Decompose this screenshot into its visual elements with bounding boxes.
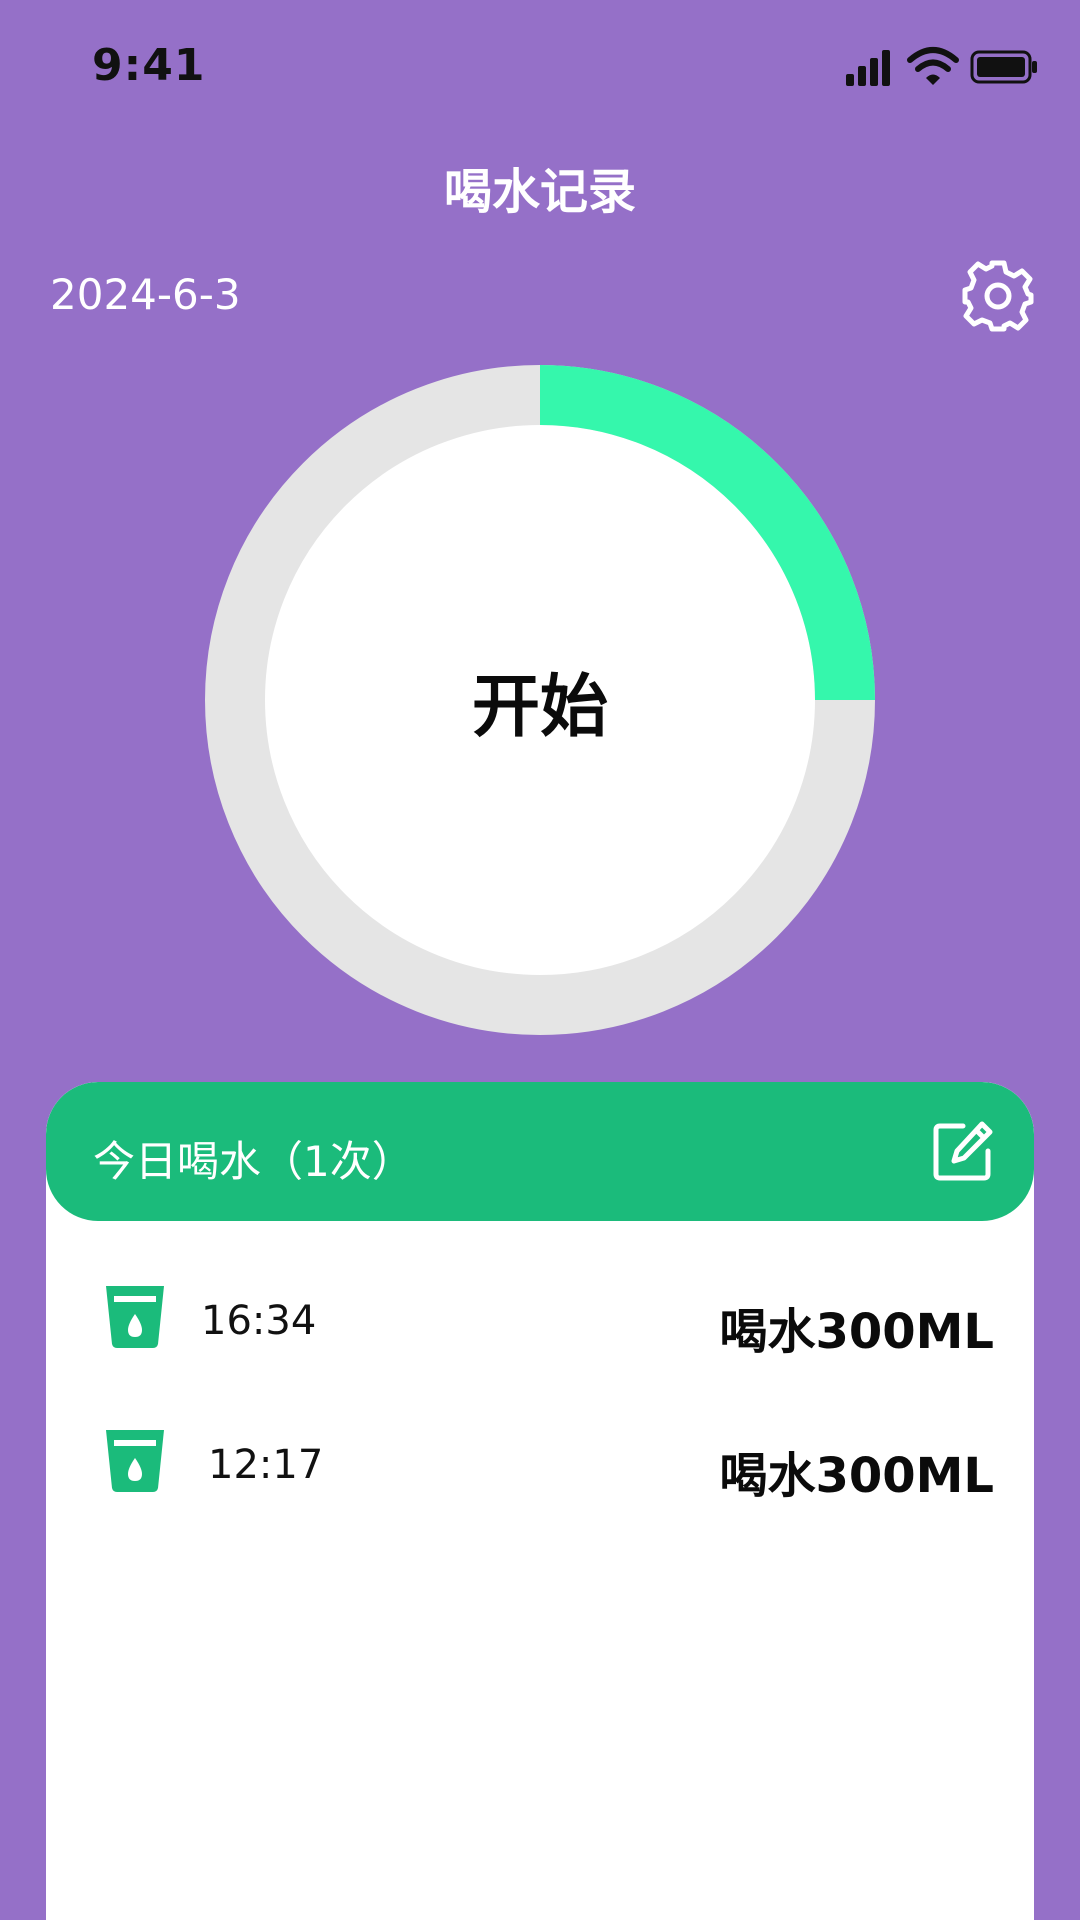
record-time: 16:34: [201, 1298, 317, 1344]
progress-ring: 开始: [205, 365, 875, 1035]
date-label: 2024-6-3: [50, 270, 241, 319]
record-row[interactable]: 12:17 喝水300ML: [46, 1406, 1034, 1516]
records-panel: 今日喝水（1次） 16:34 喝水300ML 12:17 喝水300ML: [46, 1082, 1034, 1920]
record-amount: 喝水300ML: [719, 1448, 994, 1504]
battery-icon: [970, 50, 1037, 84]
edit-icon: [933, 1121, 993, 1181]
wifi-icon: [907, 47, 959, 85]
edit-button[interactable]: [930, 1118, 996, 1184]
settings-button[interactable]: [960, 258, 1036, 334]
cup-icon: [106, 1430, 164, 1492]
status-icons: [846, 47, 1037, 86]
records-header: 今日喝水（1次）: [46, 1082, 1034, 1221]
record-row[interactable]: 16:34 喝水300ML: [46, 1262, 1034, 1372]
page-title: 喝水记录: [443, 164, 636, 220]
status-bar: 9:41: [0, 0, 1080, 130]
water-log-screen: 9:41 喝水记录 2024-6-3 开始 今日喝水（1次） 16:34 喝水3…: [0, 0, 1080, 1920]
records-title: 今日喝水（1次）: [93, 1137, 414, 1186]
cup-icon: [106, 1286, 164, 1348]
record-amount: 喝水300ML: [719, 1304, 994, 1360]
record-time: 12:17: [208, 1442, 324, 1488]
gear-icon: [962, 260, 1034, 332]
status-time: 9:41: [92, 40, 206, 91]
cellular-signal-icon: [846, 50, 890, 86]
start-button[interactable]: 开始: [265, 425, 815, 975]
